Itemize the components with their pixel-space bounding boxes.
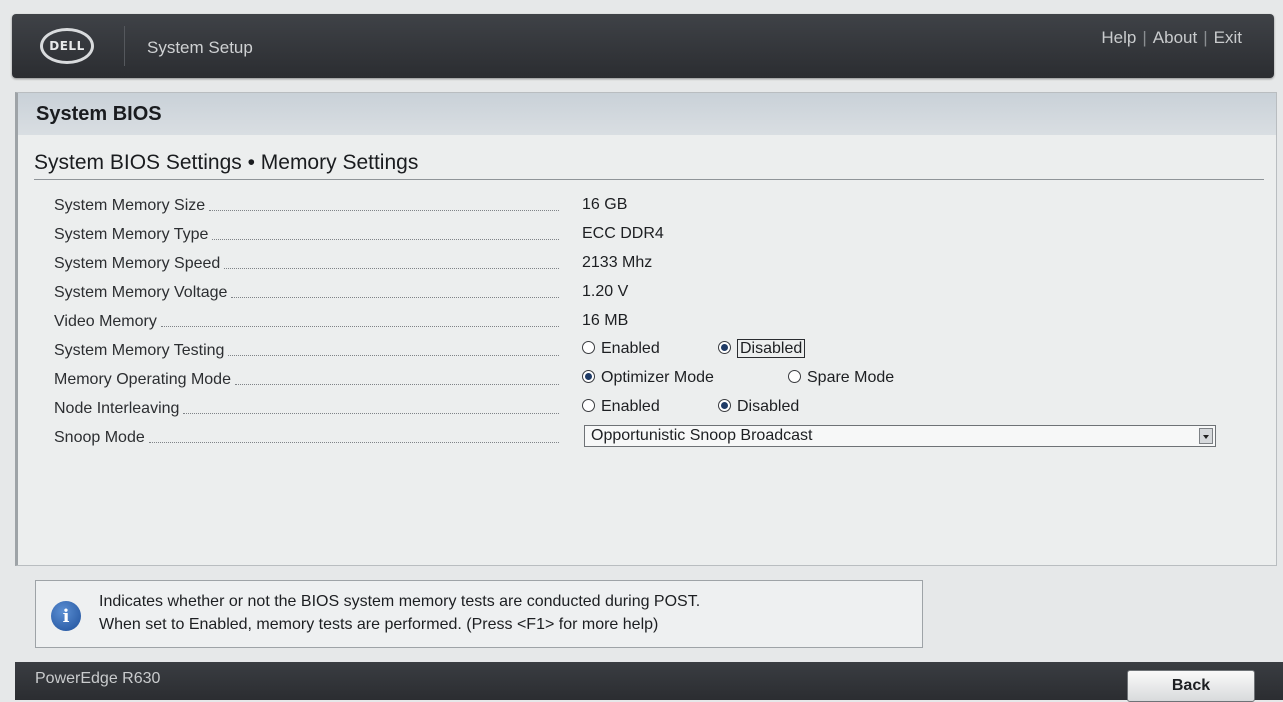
setting-label: Snoop Mode (54, 429, 145, 446)
setting-label: System Memory Size (54, 197, 206, 214)
radio-label: Optimizer Mode (601, 369, 714, 386)
dot-leader (231, 297, 559, 298)
help-line-1: Indicates whether or not the BIOS system… (99, 593, 701, 610)
dell-logo: DELL (40, 28, 94, 64)
setting-row-memory-size: System Memory Size 16 GB (54, 193, 1254, 222)
setting-label: Memory Operating Mode (54, 371, 231, 388)
memory-testing-enabled-radio[interactable]: Enabled (582, 340, 660, 358)
node-interleaving-disabled-radio[interactable]: Disabled (718, 398, 799, 416)
dot-leader (228, 355, 559, 356)
radio-label: Disabled (737, 339, 806, 358)
radio-off-icon (788, 370, 801, 383)
setting-row-memory-operating-mode: Memory Operating Mode Optimizer Mode Spa… (54, 367, 1254, 396)
radio-on-icon (718, 399, 731, 412)
panel-title: System BIOS (36, 103, 162, 125)
help-line-2: When set to Enabled, memory tests are pe… (99, 616, 659, 633)
radio-off-icon (582, 341, 595, 354)
setting-value: ECC DDR4 (582, 225, 664, 242)
radio-label: Enabled (601, 340, 660, 357)
spare-mode-radio[interactable]: Spare Mode (788, 369, 894, 387)
server-model: PowerEdge R630 (35, 670, 161, 687)
settings-list: System Memory Size 16 GB System Memory T… (54, 193, 1254, 454)
dot-leader (183, 413, 559, 414)
setting-row-memory-testing: System Memory Testing Enabled Disabled (54, 338, 1254, 367)
setting-label: Node Interleaving (54, 400, 180, 417)
setting-value: 1.20 V (582, 283, 629, 300)
setting-value: 16 GB (582, 196, 628, 213)
exit-link[interactable]: Exit (1214, 28, 1242, 47)
setting-label: System Memory Type (54, 226, 209, 243)
help-box: i Indicates whether or not the BIOS syst… (35, 580, 923, 648)
setting-value: 16 MB (582, 312, 629, 329)
header-links: Help | About | Exit (1101, 28, 1242, 48)
help-link[interactable]: Help (1101, 28, 1136, 47)
link-separator: | (1142, 28, 1147, 47)
logo-divider (124, 26, 125, 66)
dot-leader (224, 268, 559, 269)
setting-row-memory-type: System Memory Type ECC DDR4 (54, 222, 1254, 251)
setting-row-memory-speed: System Memory Speed 2133 Mhz (54, 251, 1254, 280)
footer-bar: PowerEdge R630 Back (15, 662, 1283, 702)
top-header-bar: DELL System Setup Help | About | Exit (12, 14, 1274, 78)
setting-label: System Memory Testing (54, 342, 225, 359)
memory-testing-disabled-radio[interactable]: Disabled (718, 339, 806, 358)
panel-title-band (18, 93, 1276, 135)
radio-label: Enabled (601, 398, 660, 415)
setting-row-node-interleaving: Node Interleaving Enabled Disabled (54, 396, 1254, 425)
radio-on-icon (718, 341, 731, 354)
setting-row-memory-voltage: System Memory Voltage 1.20 V (54, 280, 1254, 309)
dot-leader (212, 239, 559, 240)
radio-label: Spare Mode (807, 369, 895, 386)
info-icon: i (51, 601, 81, 631)
chevron-down-icon[interactable] (1199, 428, 1213, 444)
node-interleaving-enabled-radio[interactable]: Enabled (582, 398, 660, 416)
app-title: System Setup (147, 38, 253, 57)
setting-row-snoop-mode: Snoop Mode Opportunistic Snoop Broadcast (54, 425, 1254, 454)
link-separator: | (1203, 28, 1208, 47)
heading-divider (34, 179, 1264, 180)
dot-leader (209, 210, 559, 211)
radio-on-icon (582, 370, 595, 383)
about-link[interactable]: About (1153, 28, 1197, 47)
dot-leader (148, 442, 559, 443)
dot-leader (160, 326, 559, 327)
setting-value: 2133 Mhz (582, 254, 653, 271)
snoop-mode-dropdown[interactable]: Opportunistic Snoop Broadcast (584, 425, 1216, 447)
back-button[interactable]: Back (1127, 670, 1255, 702)
setting-label: Video Memory (54, 313, 157, 330)
optimizer-mode-radio[interactable]: Optimizer Mode (582, 369, 714, 387)
radio-label: Disabled (737, 398, 800, 415)
setting-label: System Memory Speed (54, 255, 221, 272)
dot-leader (234, 384, 559, 385)
main-panel: System BIOS System BIOS Settings • Memor… (15, 92, 1277, 566)
page-heading: System BIOS Settings • Memory Settings (34, 151, 419, 174)
dell-logo-text: DELL (49, 39, 85, 53)
radio-off-icon (582, 399, 595, 412)
setting-row-video-memory: Video Memory 16 MB (54, 309, 1254, 338)
help-text: Indicates whether or not the BIOS system… (99, 590, 909, 636)
setting-label: System Memory Voltage (54, 284, 228, 301)
dropdown-value: Opportunistic Snoop Broadcast (591, 427, 813, 444)
